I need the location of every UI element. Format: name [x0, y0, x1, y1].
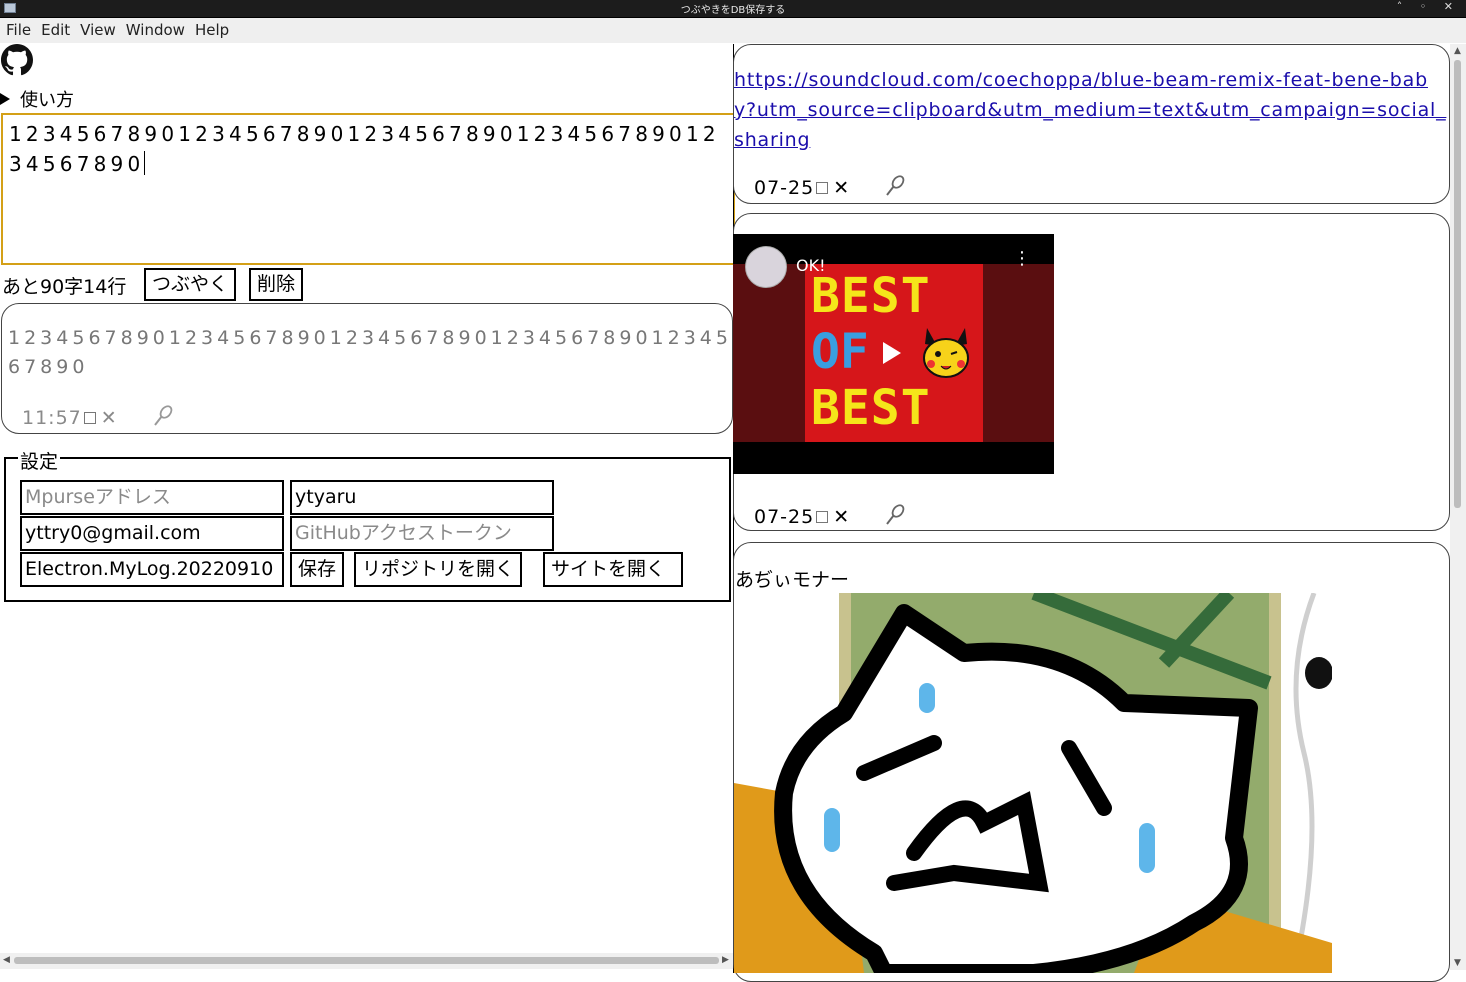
tweet-button[interactable]: つぶやく [144, 268, 237, 301]
vertical-scrollbar[interactable]: ▲ ▼ [1450, 44, 1466, 970]
thumbnail-art-best-top: BEST [811, 268, 931, 324]
github-icon[interactable] [1, 44, 33, 76]
scroll-up-icon[interactable]: ▲ [1454, 46, 1461, 56]
github-token-input[interactable]: GitHubアクセストークン [290, 516, 554, 551]
post-card: https://soundcloud.com/coechoppa/blue-be… [733, 44, 1450, 204]
text-caret [144, 151, 146, 175]
post-checkbox[interactable] [816, 182, 829, 194]
mpurse-address-input[interactable]: Mpurseアドレス [20, 480, 284, 515]
preview-post-text: 1234567890123456789012345678901234567890… [8, 327, 732, 378]
pikachu-icon [923, 328, 969, 378]
post-meta: 07-25 ✕ [754, 504, 906, 531]
scroll-right-icon[interactable]: ▶ [722, 955, 729, 965]
play-icon[interactable] [883, 342, 901, 364]
post-checkbox[interactable] [83, 412, 96, 424]
pin-icon[interactable] [152, 405, 174, 432]
menu-help[interactable]: Help [189, 18, 233, 39]
scroll-left-icon[interactable]: ◀ [3, 955, 10, 965]
disclosure-triangle-icon [0, 93, 10, 105]
post-delete-icon[interactable]: ✕ [833, 177, 850, 199]
scroll-down-icon[interactable]: ▼ [1454, 958, 1461, 968]
post-text: あぢぃモナー [735, 569, 850, 591]
channel-avatar[interactable] [745, 246, 787, 288]
menu-window[interactable]: Window [120, 18, 189, 39]
post-delete-icon[interactable]: ✕ [833, 506, 850, 528]
post-text: 1234567890123456789012345678901234567890… [9, 122, 720, 176]
video-title[interactable]: OK! [796, 256, 826, 275]
post-link[interactable]: https://soundcloud.com/coechoppa/blue-be… [734, 65, 1448, 155]
thumbnail-art-of: OF [811, 324, 869, 380]
window-titlebar: つぶやきをDB保存する ˄ ◦ ✕ [0, 0, 1466, 18]
menu-file[interactable]: File [0, 18, 35, 39]
post-checkbox[interactable] [816, 511, 829, 523]
pin-icon[interactable] [884, 504, 906, 531]
preview-post-card: 1234567890123456789012345678901234567890… [1, 303, 733, 434]
youtube-embed[interactable]: BEST OF BEST OK! ⋮ [733, 234, 1054, 474]
post-date: 07-25 [754, 177, 815, 199]
char-counter: あと90字14行 [2, 276, 127, 298]
monar-drawing-image [734, 593, 1332, 973]
video-more-icon[interactable]: ⋮ [1013, 250, 1031, 268]
menubar: File Edit View Window Help [0, 18, 1466, 43]
video-thumbnail: BEST OF BEST [805, 264, 983, 442]
post-meta: 07-25 ✕ [754, 175, 906, 202]
repository-input[interactable]: Electron.MyLog.20220910 [20, 552, 284, 587]
preview-post-meta: 11:57 ✕ [22, 405, 174, 432]
settings-legend: 設定 [18, 447, 61, 474]
vertical-scroll-thumb[interactable] [1454, 60, 1461, 508]
window-title: つぶやきをDB保存する [680, 5, 786, 16]
open-repository-button[interactable]: リポジトリを開く [354, 552, 523, 587]
horizontal-scrollbar[interactable]: ◀ ▶ [0, 953, 733, 969]
window-controls[interactable]: ˄ ◦ ✕ [1397, 0, 1460, 13]
howto-summary[interactable]: 使い方 [0, 86, 74, 112]
menu-view[interactable]: View [74, 18, 120, 39]
thumbnail-art-best-bottom: BEST [811, 380, 931, 436]
username-input[interactable]: ytyaru [290, 480, 554, 515]
save-button[interactable]: 保存 [290, 552, 345, 587]
delete-button[interactable]: 削除 [249, 268, 304, 301]
post-date: 07-25 [754, 506, 815, 528]
post-time: 11:57 [22, 407, 82, 429]
pin-icon[interactable] [884, 175, 906, 202]
post-delete-icon[interactable]: ✕ [101, 407, 118, 429]
post-textarea[interactable]: 1234567890123456789012345678901234567890… [1, 113, 735, 265]
email-input[interactable]: yttry0@gmail.com [20, 516, 284, 551]
menu-edit[interactable]: Edit [35, 18, 74, 39]
open-site-button[interactable]: サイトを開く [543, 552, 683, 587]
howto-label: 使い方 [20, 90, 74, 111]
horizontal-scroll-thumb[interactable] [14, 957, 719, 964]
